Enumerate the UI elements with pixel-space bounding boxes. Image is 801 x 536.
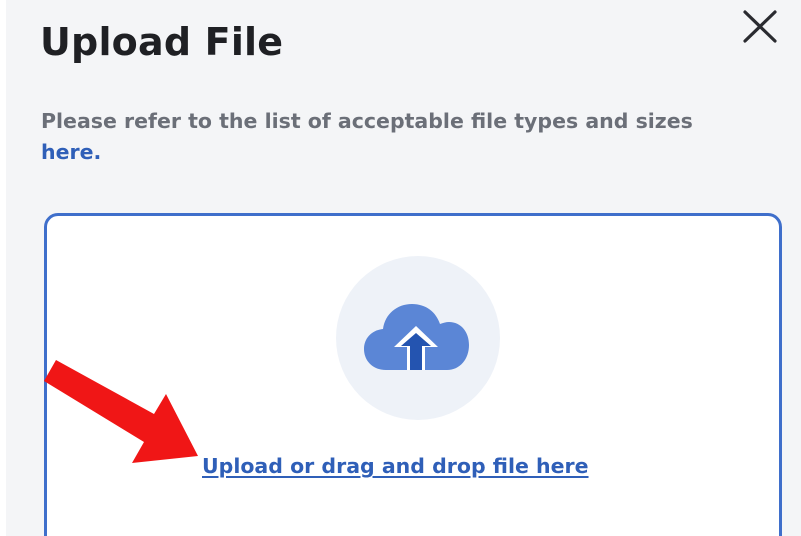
close-button[interactable] — [736, 4, 784, 48]
description: Please refer to the list of acceptable f… — [41, 106, 781, 168]
file-types-link[interactable]: here. — [41, 140, 101, 164]
description-text: Please refer to the list of acceptable f… — [41, 109, 693, 133]
dialog-title: Upload File — [40, 20, 284, 64]
red-arrow-icon — [44, 360, 198, 463]
upload-file-link[interactable]: Upload or drag and drop file here — [202, 454, 589, 478]
upload-file-dialog: Upload File Please refer to the list of … — [6, 0, 801, 536]
cloud-upload-icon — [364, 304, 469, 370]
close-icon — [743, 10, 777, 43]
